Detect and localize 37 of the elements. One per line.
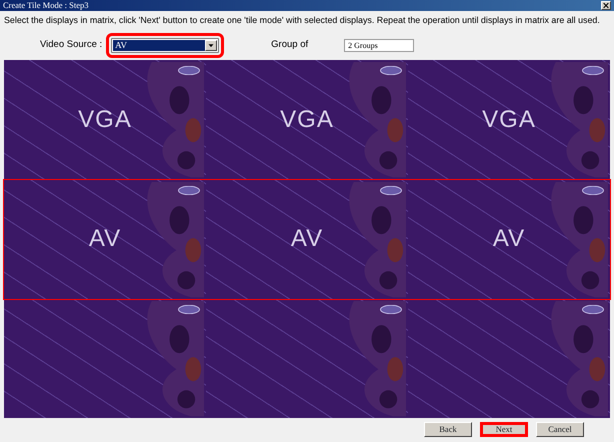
dialog-button[interactable]: Cancel [536, 422, 584, 437]
logo-icon [178, 305, 200, 314]
video-source-label: Video Source : [40, 38, 102, 52]
tile-source-label: AV [290, 224, 324, 254]
logo-icon [582, 186, 604, 195]
tile-source-label: VGA [279, 105, 335, 136]
logo-icon [178, 186, 200, 195]
display-tile[interactable] [4, 299, 206, 418]
display-tile[interactable]: AV [4, 180, 206, 300]
logo-icon [582, 66, 604, 76]
logo-icon [582, 305, 604, 314]
logo-icon [178, 66, 200, 76]
dialog-button[interactable]: Back [424, 422, 472, 437]
matrix-row[interactable]: VGA VGA VGA [4, 60, 610, 180]
display-tile[interactable] [206, 299, 408, 418]
caret-icon [205, 40, 218, 51]
display-tile[interactable]: VGA [4, 60, 206, 180]
window-title: Create Tile Mode : Step3 [3, 0, 88, 11]
display-tile[interactable]: AV [206, 180, 408, 300]
logo-icon [380, 186, 402, 195]
group-of-field: 2 Groups [344, 38, 414, 52]
tile-source-label: VGA [77, 105, 133, 136]
matrix-row[interactable] [4, 299, 610, 418]
matrix-row[interactable]: AV AV AV [4, 180, 610, 300]
tile-source-label: AV [492, 224, 526, 254]
tile-source-label: VGA [481, 105, 537, 136]
instruction-text: Select the displays in matrix, click 'Next' button to create one 'tile mode' with selected displays. Repeat the operation until displays in matrix are all used. [3, 14, 601, 27]
group-of-label: Group of [271, 38, 308, 52]
tile-source-label: AV [88, 224, 122, 254]
dialog-button[interactable]: Next [480, 422, 528, 437]
display-tile[interactable]: VGA [408, 60, 610, 180]
display-tile[interactable]: VGA [206, 60, 408, 180]
display-tile[interactable]: AV [408, 180, 610, 300]
logo-icon [380, 305, 402, 314]
close-icon[interactable] [601, 1, 611, 10]
logo-icon [380, 66, 402, 76]
display-tile[interactable] [408, 299, 610, 418]
